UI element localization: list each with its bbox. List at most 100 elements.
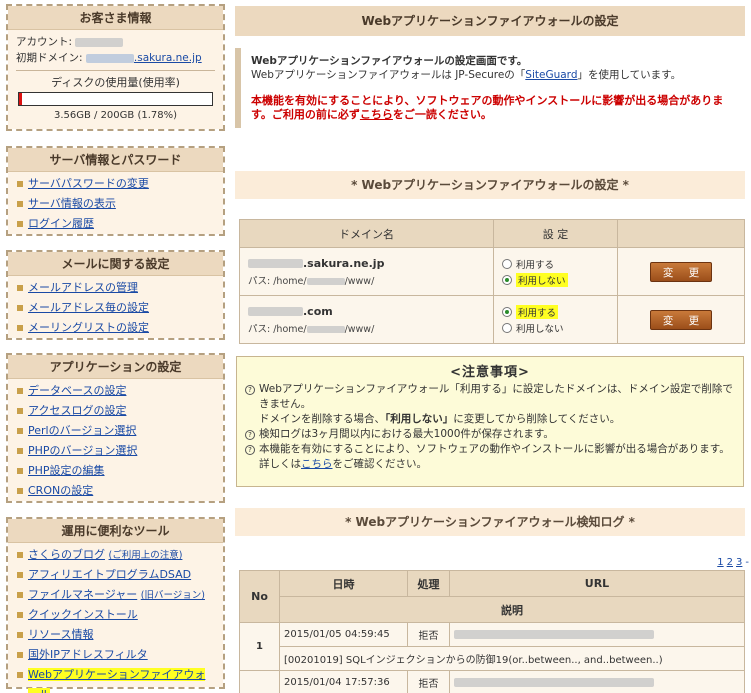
menu-item-php-settings[interactable]: PHP設定の編集 xyxy=(16,461,215,481)
log-no xyxy=(239,670,280,693)
menu-item-server-password[interactable]: サーバパスワードの変更 xyxy=(16,174,215,194)
menu-item-access-log[interactable]: アクセスログの設定 xyxy=(16,401,215,421)
menu-item-file-manager[interactable]: ファイルマネージャー (旧バージョン) xyxy=(16,585,215,605)
radio-cell: 利用する 利用しない xyxy=(493,295,618,344)
menu-item-quick-install[interactable]: クイックインストール xyxy=(16,605,215,625)
warning-link[interactable]: こちら xyxy=(360,108,393,121)
intro-text-b: 」を使用しています。 xyxy=(577,69,682,81)
intro-text-a: Webアプリケーションファイアウォールは JP-Secureの「 xyxy=(251,69,526,81)
domain-redacted xyxy=(248,259,303,268)
tools-box: 運用に便利なツール さくらのブログ (ご利用上の注意) アフィリエイトプログラム… xyxy=(6,517,225,693)
initial-domain-label: 初期ドメイン: xyxy=(16,52,83,64)
page-link[interactable]: - xyxy=(745,557,749,568)
menu-item-cron[interactable]: CRONの設定 xyxy=(16,481,215,501)
menu-link[interactable]: アクセスログの設定 xyxy=(28,404,126,417)
account-redacted xyxy=(75,37,124,47)
initial-domain-line: 初期ドメイン: .sakura.ne.jp xyxy=(16,50,215,66)
change-button[interactable]: 変 更 xyxy=(650,309,712,330)
menu-item-mailing-list[interactable]: メーリングリストの設定 xyxy=(16,318,215,338)
menu-item-database[interactable]: データベースの設定 xyxy=(16,381,215,401)
menu-item-php-version[interactable]: PHPのバージョン選択 xyxy=(16,441,215,461)
menu-item-server-info[interactable]: サーバ情報の表示 xyxy=(16,194,215,214)
log-col-no: No xyxy=(239,570,280,623)
button-cell: 変 更 xyxy=(617,247,745,296)
radio-dot[interactable] xyxy=(502,322,512,333)
log-datetime: 2015/01/05 04:59:45 xyxy=(279,622,408,647)
intro-bold: Webアプリケーションファイアウォールの設定画面です。 xyxy=(251,55,528,67)
menu-item-ip-filter[interactable]: 国外IPアドレスフィルタ xyxy=(16,645,215,665)
menu-item-affiliate[interactable]: アフィリエイトプログラムDSAD xyxy=(16,565,215,585)
log-col-datetime: 日時 xyxy=(279,570,408,597)
initial-domain-redacted[interactable] xyxy=(85,53,134,63)
menu-item-waf[interactable]: Webアプリケーションファイアウォール xyxy=(16,665,215,693)
path-prefix: パス: /home/ xyxy=(248,275,307,287)
disk-usage-text: 3.56GB / 200GB (1.78%) xyxy=(53,110,178,121)
path-redacted xyxy=(306,277,345,285)
tools-box-title: 運用に便利なツール xyxy=(8,519,223,543)
col-action xyxy=(617,219,745,248)
menu-link[interactable]: ログイン履歴 xyxy=(28,217,94,230)
siteguard-link[interactable]: SiteGuard xyxy=(525,69,577,81)
warn-b: をご一読ください。 xyxy=(392,108,492,121)
log-col-action: 処理 xyxy=(407,570,450,597)
server-box-title: サーバ情報とパスワード xyxy=(8,148,223,172)
menu-link[interactable]: 国外IPアドレスフィルタ xyxy=(28,648,148,661)
app-box-title: アプリケーションの設定 xyxy=(8,355,223,379)
menu-link[interactable]: PHP設定の編集 xyxy=(28,464,105,477)
warning-text: 本機能を有効にすることにより、ソフトウェアの動作やインストールに影響が出る場合が… xyxy=(251,94,735,122)
menu-link[interactable]: ファイルマネージャー xyxy=(28,588,137,601)
path-redacted xyxy=(306,325,345,333)
file-manager-note-link[interactable]: (旧バージョン) xyxy=(141,590,205,601)
menu-link[interactable]: サーバ情報の表示 xyxy=(28,197,116,210)
menu-link[interactable]: アフィリエイトプログラムDSAD xyxy=(28,568,191,581)
radio-dot[interactable] xyxy=(502,274,512,285)
menu-link[interactable]: データベースの設定 xyxy=(28,384,126,397)
menu-link[interactable]: メーリングリストの設定 xyxy=(28,321,149,334)
page-link[interactable]: 3 xyxy=(736,557,742,568)
log-desc-row: [00201019] SQLインジェクションからの防御19(or..betwee… xyxy=(240,646,745,671)
blog-note-link[interactable]: (ご利用上の注意) xyxy=(109,550,183,561)
table-row: .sakura.ne.jp パス: /home/ /www/ 利用する 利用しない… xyxy=(239,247,745,296)
log-row: 1 2015/01/05 04:59:45 拒否 xyxy=(239,622,745,671)
customer-info-box: お客さま情報 アカウント: 初期ドメイン: .sakura.ne.jp ディスク… xyxy=(6,4,225,131)
menu-item-perl-version[interactable]: Perlのバージョン選択 xyxy=(16,421,215,441)
menu-link[interactable]: Perlのバージョン選択 xyxy=(28,424,136,437)
menu-item-mail-settings[interactable]: メールアドレス毎の設定 xyxy=(16,298,215,318)
radio-nouse[interactable]: 利用しない xyxy=(502,272,609,288)
menu-link[interactable]: クイックインストール xyxy=(28,608,138,621)
notice-line: ? 本機能を有効にすることにより、ソフトウェアの動作やインストールに影響が出る場合… xyxy=(245,442,735,472)
change-button[interactable]: 変 更 xyxy=(650,261,712,282)
menu-link[interactable]: メールアドレスの管理 xyxy=(28,281,138,294)
menu-link[interactable]: Webアプリケーションファイアウォール xyxy=(28,668,206,693)
radio-dot[interactable] xyxy=(502,258,512,269)
account-label: アカウント: xyxy=(16,36,73,48)
settings-table: ドメイン名 設 定 .sakura.ne.jp パス: /home/ /www/ … xyxy=(239,219,745,344)
menu-item-blog[interactable]: さくらのブログ (ご利用上の注意) xyxy=(16,545,215,565)
intro-panel: Webアプリケーションファイアウォールの設定画面です。 Webアプリケーションフ… xyxy=(235,48,745,128)
radio-nouse[interactable]: 利用しない xyxy=(502,320,609,336)
menu-link[interactable]: さくらのブログ xyxy=(28,548,105,561)
settings-section-title: * Webアプリケーションファイアウォールの設定 * xyxy=(235,171,745,199)
question-icon: ? xyxy=(245,445,255,455)
notice-text: Webアプリケーションファイアウォール「利用する」に設定したドメインは、ドメイン… xyxy=(259,383,733,410)
menu-item-mail-address[interactable]: メールアドレスの管理 xyxy=(16,278,215,298)
menu-link[interactable]: サーバパスワードの変更 xyxy=(28,177,149,190)
radio-dot[interactable] xyxy=(502,306,512,317)
menu-link[interactable]: PHPのバージョン選択 xyxy=(28,444,137,457)
initial-domain-suffix[interactable]: .sakura.ne.jp xyxy=(134,52,202,64)
menu-item-login-history[interactable]: ログイン履歴 xyxy=(16,214,215,234)
log-url xyxy=(449,622,745,647)
radio-use[interactable]: 利用する xyxy=(502,256,609,272)
log-col-desc: 説明 xyxy=(279,596,745,623)
menu-link[interactable]: メールアドレス毎の設定 xyxy=(28,301,149,314)
divider xyxy=(16,70,215,71)
menu-link[interactable]: CRONの設定 xyxy=(28,484,93,497)
disk-title: ディスクの使用量(使用率) xyxy=(51,76,180,89)
page-link[interactable]: 2 xyxy=(727,557,733,568)
log-col-url: URL xyxy=(449,570,745,597)
radio-use[interactable]: 利用する xyxy=(502,304,609,320)
menu-link[interactable]: リソース情報 xyxy=(28,628,93,641)
page-link[interactable]: 1 xyxy=(717,557,723,568)
menu-item-resource-info[interactable]: リソース情報 xyxy=(16,625,215,645)
notice-link[interactable]: こちら xyxy=(301,458,333,470)
